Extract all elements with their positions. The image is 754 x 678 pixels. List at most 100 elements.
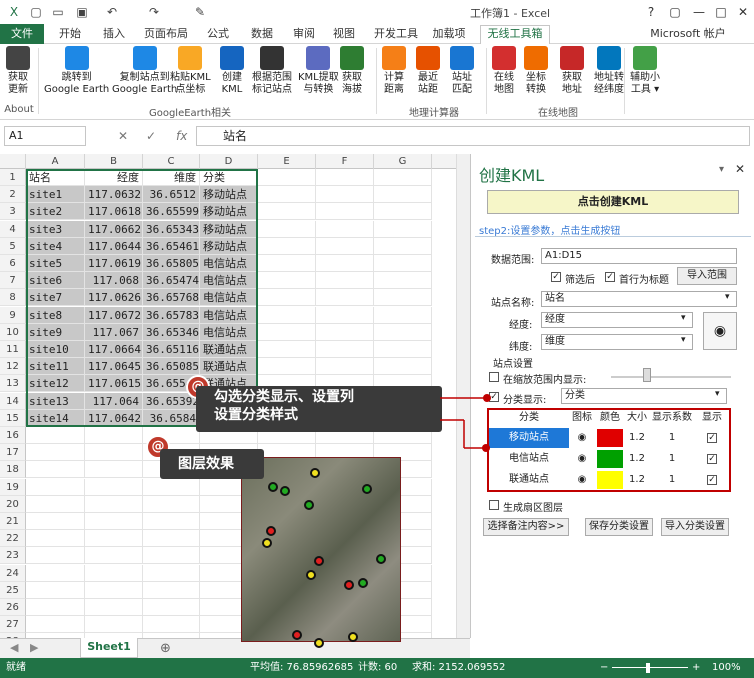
format-painter-icon[interactable]: ✎: [192, 4, 208, 20]
create-kml-button[interactable]: 点击创建KML: [487, 190, 739, 214]
table-cell[interactable]: [258, 255, 316, 272]
mark-sites-by-range-button[interactable]: 根据范围 标记站点: [252, 46, 292, 96]
row-header[interactable]: 22: [0, 530, 26, 548]
table-cell[interactable]: [26, 495, 85, 513]
row-header[interactable]: 16: [0, 427, 26, 444]
table-cell[interactable]: 117.0664: [85, 341, 143, 358]
row-header[interactable]: 15: [0, 409, 26, 427]
table-cell[interactable]: [374, 220, 432, 238]
table-cell[interactable]: 36.65461: [143, 237, 200, 255]
column-header-B[interactable]: B: [85, 154, 143, 169]
sector-layer-checkbox[interactable]: [489, 500, 499, 510]
column-header-F[interactable]: F: [316, 154, 374, 169]
pane-options-icon[interactable]: ▾: [719, 164, 724, 175]
formula-input[interactable]: 站名: [196, 126, 750, 146]
table-cell[interactable]: 电信站点: [200, 306, 258, 324]
cancel-icon[interactable]: ✕: [118, 126, 128, 146]
table-cell[interactable]: [316, 186, 374, 204]
column-header-D[interactable]: D: [200, 154, 258, 169]
table-cell[interactable]: [374, 272, 432, 290]
table-cell[interactable]: 36.65085: [143, 358, 200, 376]
color-swatch[interactable]: [597, 450, 623, 468]
name-box[interactable]: A1: [4, 126, 86, 146]
table-cell[interactable]: [85, 478, 143, 496]
category-name[interactable]: 电信站点: [489, 449, 569, 469]
zoom-thumb[interactable]: [646, 663, 650, 673]
table-cell[interactable]: 117.0662: [85, 220, 143, 238]
color-swatch[interactable]: [597, 429, 623, 447]
zoom-level[interactable]: 100%: [712, 658, 741, 678]
category-name[interactable]: 移动站点: [489, 428, 569, 448]
zoom-range-slider[interactable]: [611, 376, 731, 378]
table-cell[interactable]: [85, 444, 143, 462]
table-cell[interactable]: 36.65343: [143, 220, 200, 238]
column-header-A[interactable]: A: [26, 154, 85, 169]
table-cell[interactable]: 117.0632: [85, 186, 143, 204]
table-cell[interactable]: [316, 169, 374, 186]
help-button[interactable]: ?: [640, 2, 662, 22]
table-cell[interactable]: 联通站点: [200, 341, 258, 358]
table-cell[interactable]: 36.65346: [143, 323, 200, 341]
table-cell[interactable]: [374, 186, 432, 204]
category-name[interactable]: 联通站点: [489, 470, 569, 490]
table-cell[interactable]: 站名: [26, 169, 85, 186]
save-category-button[interactable]: 保存分类设置: [585, 518, 653, 536]
table-cell[interactable]: [143, 513, 200, 530]
table-cell[interactable]: site6: [26, 272, 85, 290]
table-cell[interactable]: [26, 616, 85, 634]
zoom-in-icon[interactable]: +: [692, 658, 700, 678]
next-sheet-icon[interactable]: ▶: [30, 641, 38, 654]
row-header[interactable]: 17: [0, 444, 26, 462]
table-cell[interactable]: 36.65474: [143, 272, 200, 290]
table-cell[interactable]: [374, 323, 432, 341]
import-category-button[interactable]: 导入分类设置: [661, 518, 729, 536]
table-cell[interactable]: 分类: [200, 169, 258, 186]
nearest-site-distance-button[interactable]: 最近 站距: [416, 46, 440, 96]
table-cell[interactable]: [316, 358, 374, 376]
redo-icon[interactable]: ↷: [146, 4, 162, 20]
table-cell[interactable]: 经度: [85, 169, 143, 186]
paste-kml-coords-button[interactable]: 粘贴KML 点坐标: [170, 46, 211, 96]
table-cell[interactable]: [258, 220, 316, 238]
table-cell[interactable]: site8: [26, 306, 85, 324]
show-checkbox[interactable]: ✓: [707, 433, 717, 443]
row-header[interactable]: 25: [0, 581, 26, 599]
ribbon-display-button[interactable]: ▢: [664, 2, 686, 22]
show-checkbox[interactable]: ✓: [707, 475, 717, 485]
table-cell[interactable]: 电信站点: [200, 289, 258, 307]
maximize-button[interactable]: □: [710, 2, 732, 22]
table-cell[interactable]: site13: [26, 392, 85, 410]
table-cell[interactable]: 36.6512: [143, 186, 200, 204]
pane-close-icon[interactable]: ✕: [735, 162, 745, 176]
chevron-down-icon[interactable]: ▾: [715, 389, 720, 399]
table-cell[interactable]: [143, 478, 200, 496]
table-cell[interactable]: 117.0672: [85, 306, 143, 324]
table-cell[interactable]: [258, 186, 316, 204]
import-range-button[interactable]: 导入范围: [677, 267, 737, 285]
table-cell[interactable]: [85, 547, 143, 565]
table-cell[interactable]: 移动站点: [200, 186, 258, 204]
table-cell[interactable]: [26, 513, 85, 530]
row-header[interactable]: 6: [0, 255, 26, 272]
table-cell[interactable]: 36.65783: [143, 306, 200, 324]
column-header-E[interactable]: E: [258, 154, 316, 169]
zoom-range-thumb[interactable]: [643, 368, 651, 382]
table-cell[interactable]: [26, 427, 85, 444]
row-header[interactable]: 5: [0, 237, 26, 255]
table-cell[interactable]: 移动站点: [200, 220, 258, 238]
row-header[interactable]: 24: [0, 564, 26, 582]
table-cell[interactable]: [316, 323, 374, 341]
table-cell[interactable]: [258, 169, 316, 186]
get-elevation-button[interactable]: 获取 海拔: [340, 46, 364, 96]
table-cell[interactable]: 移动站点: [200, 237, 258, 255]
table-cell[interactable]: 电信站点: [200, 272, 258, 290]
pin-icon[interactable]: ◉: [569, 470, 595, 490]
table-cell[interactable]: 117.0642: [85, 409, 143, 427]
table-cell[interactable]: 36.65768: [143, 289, 200, 307]
table-cell[interactable]: [85, 461, 143, 479]
show-checkbox[interactable]: ✓: [707, 454, 717, 464]
table-cell[interactable]: 117.0619: [85, 255, 143, 272]
table-cell[interactable]: 117.064: [85, 392, 143, 410]
table-cell[interactable]: 电信站点: [200, 255, 258, 272]
table-cell[interactable]: 36.65805: [143, 255, 200, 272]
